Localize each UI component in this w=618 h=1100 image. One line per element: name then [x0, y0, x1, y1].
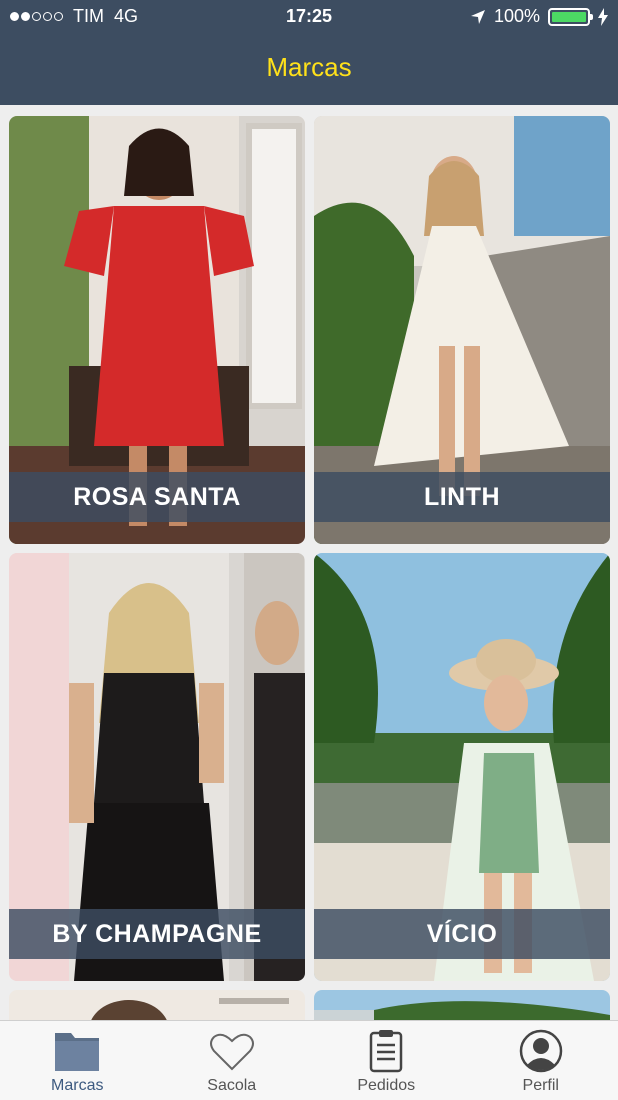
- brand-card-linth[interactable]: LINTH: [314, 116, 610, 544]
- tab-marcas[interactable]: Marcas: [0, 1021, 155, 1100]
- brand-name: ROSA SANTA: [73, 482, 241, 511]
- nav-header: TIM 4G 17:25 100% Marcas: [0, 0, 618, 105]
- brand-card-by-champagne[interactable]: BY CHAMPAGNE: [9, 553, 305, 981]
- tab-label: Pedidos: [357, 1077, 416, 1094]
- brand-card-partial[interactable]: [314, 990, 610, 1020]
- brand-grid[interactable]: ROSA SANTA LINTH BY CHAMPAGNE VÍCIO: [0, 105, 618, 1020]
- profile-icon: [519, 1029, 562, 1073]
- tab-pedidos[interactable]: Pedidos: [309, 1021, 464, 1100]
- battery-icon: [548, 7, 593, 26]
- brand-name: LINTH: [423, 482, 501, 511]
- battery-percent: 100%: [493, 6, 540, 26]
- brand-photo: [9, 990, 305, 1020]
- brand-card-partial[interactable]: [9, 990, 305, 1020]
- brand-name: VÍCIO: [426, 919, 498, 948]
- tab-bar: Marcas Sacola Pedidos Perfil: [0, 1020, 618, 1100]
- brand-label-bar: LINTH: [314, 472, 610, 522]
- brand-label-bar: BY CHAMPAGNE: [9, 909, 305, 959]
- charging-bolt-icon: [598, 7, 608, 26]
- tab-label: Sacola: [207, 1077, 257, 1094]
- folder-icon: [55, 1033, 100, 1071]
- tab-perfil[interactable]: Perfil: [464, 1021, 618, 1100]
- page-title: Marcas: [266, 52, 352, 82]
- brand-label-bar: ROSA SANTA: [9, 472, 305, 522]
- tab-label: Marcas: [51, 1077, 104, 1094]
- location-arrow-icon: [470, 9, 485, 24]
- brand-label-bar: VÍCIO: [314, 909, 610, 959]
- status-bar: TIM 4G 17:25 100%: [0, 0, 618, 34]
- heart-icon: [209, 1033, 254, 1071]
- tab-label: Perfil: [522, 1077, 559, 1094]
- clipboard-icon: [370, 1030, 403, 1073]
- brand-photo: [314, 990, 610, 1020]
- tab-sacola[interactable]: Sacola: [155, 1021, 310, 1100]
- brand-name: BY CHAMPAGNE: [52, 919, 262, 948]
- brand-card-vicio[interactable]: VÍCIO: [314, 553, 610, 981]
- brand-card-rosa-santa[interactable]: ROSA SANTA: [9, 116, 305, 544]
